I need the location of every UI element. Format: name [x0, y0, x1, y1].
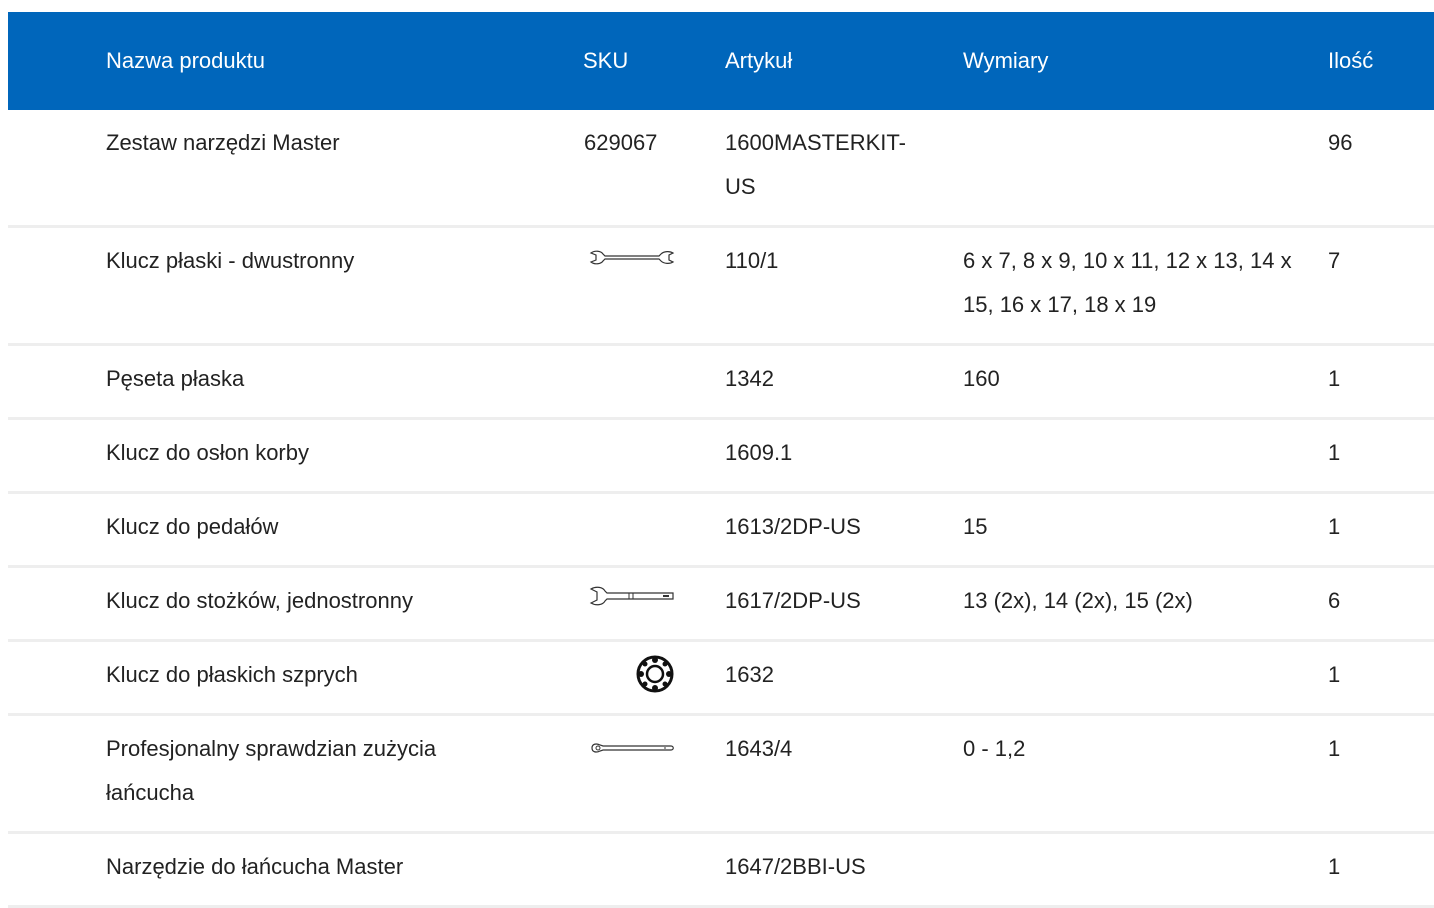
- product-article: 1617/2DP-US: [725, 588, 861, 613]
- double-open-wrench-icon: [589, 238, 675, 282]
- product-article: 1342: [725, 366, 774, 391]
- table-row: Profesjonalny sprawdzian zużycia łańcuch…: [8, 715, 1434, 833]
- table-row: Klucz do stożków, jednostronny 1617/2DP-…: [8, 567, 1434, 641]
- product-qty: 1: [1328, 736, 1341, 761]
- product-table: Nazwa produktu SKU Artykuł Wymiary Ilość…: [8, 12, 1434, 908]
- header-sku: SKU: [583, 48, 629, 73]
- product-qty: 1: [1328, 440, 1341, 465]
- product-name: Klucz płaski - dwustronny: [106, 248, 355, 273]
- table-body: Zestaw narzędzi Master 629067 1600MASTER…: [8, 110, 1434, 907]
- product-name: Klucz do stożków, jednostronny: [106, 588, 413, 613]
- product-dimensions: 6 x 7, 8 x 9, 10 x 11, 12 x 13, 14 x 15,…: [963, 248, 1292, 317]
- product-article: 1647/2BBI-US: [725, 854, 866, 879]
- table-row: Klucz do osłon korby 1609.1 1: [8, 419, 1434, 493]
- product-name: Narzędzie do łańcucha Master: [106, 854, 404, 879]
- product-article: 110/1: [725, 248, 779, 273]
- table-row: Zestaw narzędzi Master 629067 1600MASTER…: [8, 110, 1434, 227]
- product-qty: 1: [1328, 514, 1341, 539]
- product-article: 1600MASTERKIT-US: [725, 130, 906, 199]
- product-name: Pęseta płaska: [106, 366, 245, 391]
- product-dimensions: 160: [963, 366, 1000, 391]
- table-row: Narzędzie do łańcucha Master 1647/2BBI-U…: [8, 833, 1434, 907]
- table-row: Klucz do pedałów 1613/2DP-US 15 1: [8, 493, 1434, 567]
- product-dimensions: 0 - 1,2: [963, 736, 1026, 761]
- product-name: Profesjonalny sprawdzian zużycia łańcuch…: [106, 736, 437, 805]
- table-row: Pęseta płaska 1342 160 1: [8, 345, 1434, 419]
- product-dimensions: 15: [963, 514, 988, 539]
- product-qty: 7: [1328, 248, 1341, 273]
- spoke-wrench-icon: [635, 654, 675, 709]
- product-qty: 1: [1328, 662, 1341, 687]
- header-qty: Ilość: [1328, 48, 1374, 73]
- product-name: Klucz do płaskich szprych: [106, 662, 358, 687]
- product-qty: 1: [1328, 366, 1341, 391]
- product-name: Klucz do pedałów: [106, 514, 279, 539]
- product-article: 1632: [725, 662, 774, 687]
- product-name: Zestaw narzędzi Master: [106, 130, 340, 155]
- table-header: Nazwa produktu SKU Artykuł Wymiary Ilość: [8, 12, 1434, 110]
- product-article: 1613/2DP-US: [725, 514, 861, 539]
- product-qty: 1: [1328, 854, 1341, 879]
- header-name: Nazwa produktu: [106, 48, 265, 73]
- product-dimensions: 13 (2x), 14 (2x), 15 (2x): [963, 588, 1193, 613]
- chain-checker-icon: [589, 726, 675, 770]
- product-name: Klucz do osłon korby: [106, 440, 309, 465]
- header-row: Nazwa produktu SKU Artykuł Wymiary Ilość: [8, 12, 1434, 110]
- header-article: Artykuł: [725, 48, 793, 73]
- product-article: 1643/4: [725, 736, 793, 761]
- product-sku: 629067: [584, 130, 658, 155]
- product-qty: 96: [1328, 130, 1353, 155]
- product-article: 1609.1: [725, 440, 793, 465]
- cone-wrench-icon: [589, 578, 675, 622]
- product-table-container: Nazwa produktu SKU Artykuł Wymiary Ilość…: [8, 12, 1434, 908]
- header-dimensions: Wymiary: [963, 48, 1049, 73]
- table-row: Klucz płaski - dwustronny 110/1 6 x 7, 8…: [8, 227, 1434, 345]
- product-qty: 6: [1328, 588, 1341, 613]
- table-row: Klucz do płaskich szprych 1632 1: [8, 641, 1434, 715]
